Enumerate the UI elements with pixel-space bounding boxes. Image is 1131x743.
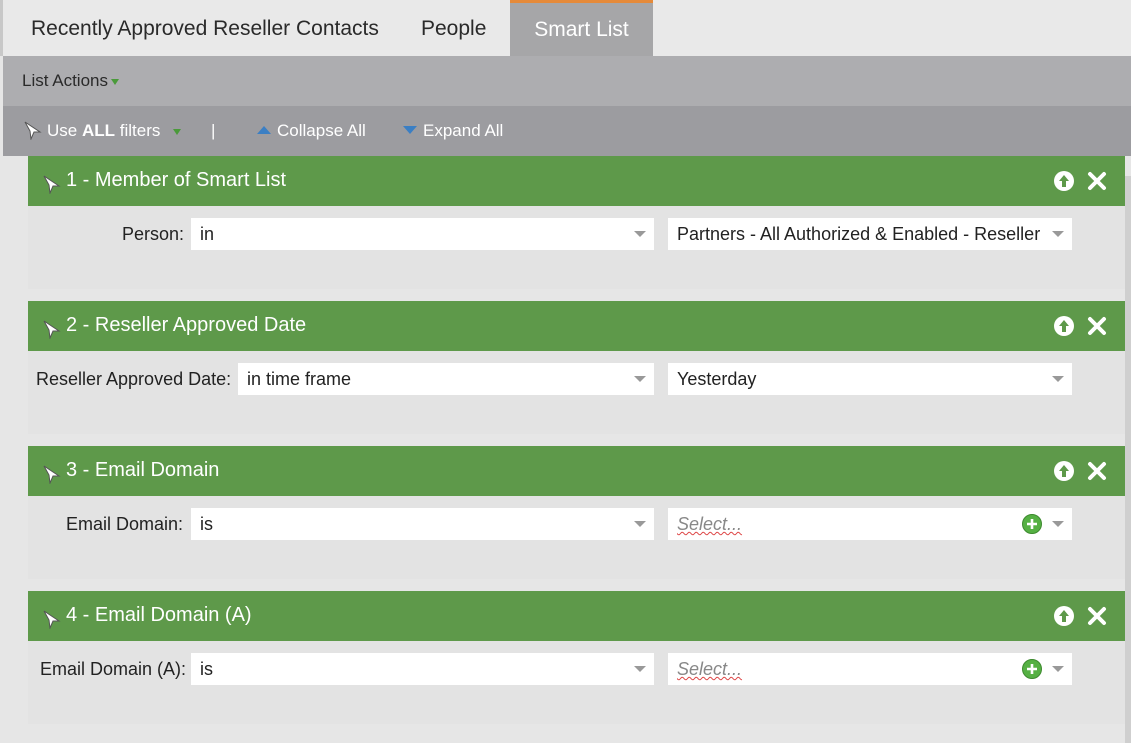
add-value-icon[interactable] bbox=[1022, 659, 1042, 679]
expand-all-button[interactable]: Expand All bbox=[403, 121, 503, 141]
filter-funnel-icon bbox=[43, 465, 61, 484]
filter-body: Reseller Approved Date: in time frame Ye… bbox=[28, 351, 1125, 434]
add-value-icon[interactable] bbox=[1022, 514, 1042, 534]
filter-body: Email Domain: is Select... bbox=[28, 496, 1125, 579]
value-select-input[interactable]: Select... bbox=[668, 653, 1072, 685]
field-label: Person: bbox=[122, 224, 185, 244]
move-up-icon[interactable] bbox=[1054, 461, 1074, 481]
collapse-all-button[interactable]: Collapse All bbox=[257, 121, 366, 141]
chevron-down-icon bbox=[634, 231, 646, 237]
collapse-all-label: Collapse All bbox=[277, 121, 366, 140]
chevron-down-icon bbox=[634, 376, 646, 382]
collapse-icon bbox=[257, 126, 271, 135]
field-label: Email Domain (A): bbox=[40, 659, 187, 679]
expand-icon bbox=[403, 126, 417, 135]
filter-toolbar: Use ALL filters | Collapse All Expand Al… bbox=[3, 106, 1131, 156]
chevron-down-icon bbox=[1052, 666, 1064, 672]
filter-body: Email Domain (A): is Select... bbox=[28, 641, 1125, 724]
list-actions-bar: List Actions bbox=[3, 56, 1131, 106]
value-text: Partners - All Authorized & Enabled - Re… bbox=[677, 224, 1041, 244]
dropdown-arrow-icon bbox=[173, 128, 182, 135]
chevron-down-icon bbox=[634, 666, 646, 672]
use-all-filters-menu[interactable]: Use ALL filters bbox=[23, 121, 182, 141]
tab-smart-list[interactable]: Smart List bbox=[510, 0, 653, 56]
value-dropdown[interactable]: Yesterday bbox=[668, 363, 1072, 395]
field-label: Email Domain: bbox=[66, 514, 184, 534]
filter-header[interactable]: 3 - Email Domain bbox=[28, 446, 1125, 496]
filter-funnel-icon bbox=[43, 175, 61, 194]
filter-title: 2 - Reseller Approved Date bbox=[66, 314, 307, 336]
value-select-input[interactable]: Select... bbox=[668, 508, 1072, 540]
remove-filter-icon[interactable] bbox=[1086, 170, 1108, 192]
chevron-down-icon bbox=[1052, 231, 1064, 237]
filter-header[interactable]: 1 - Member of Smart List bbox=[28, 156, 1125, 206]
tab-recently-approved-reseller-contacts[interactable]: Recently Approved Reseller Contacts bbox=[31, 0, 379, 56]
move-up-icon[interactable] bbox=[1054, 316, 1074, 336]
remove-filter-icon[interactable] bbox=[1086, 460, 1108, 482]
filter-funnel-icon bbox=[43, 610, 61, 629]
use-suffix: filters bbox=[115, 121, 161, 140]
filter-card: 2 - Reseller Approved Date Reseller Appr… bbox=[28, 301, 1125, 434]
use-all-bold: ALL bbox=[81, 121, 116, 140]
tab-people[interactable]: People bbox=[421, 0, 486, 56]
remove-filter-icon[interactable] bbox=[1086, 315, 1108, 337]
filter-body: Person: in Partners - All Authorized & E… bbox=[28, 206, 1125, 289]
field-label: Reseller Approved Date: bbox=[36, 369, 232, 389]
filter-header[interactable]: 2 - Reseller Approved Date bbox=[28, 301, 1125, 351]
value-placeholder: Select... bbox=[677, 659, 743, 679]
filter-card: 4 - Email Domain (A) Email Domain (A): i… bbox=[28, 591, 1125, 724]
remove-filter-icon[interactable] bbox=[1086, 605, 1108, 627]
chevron-down-icon bbox=[1052, 376, 1064, 382]
chevron-down-icon bbox=[634, 521, 646, 527]
list-actions-label: List Actions bbox=[22, 71, 108, 90]
operator-dropdown[interactable]: is bbox=[191, 508, 654, 540]
dropdown-arrow-icon bbox=[111, 78, 119, 85]
value-dropdown[interactable]: Partners - All Authorized & Enabled - Re… bbox=[668, 218, 1072, 250]
operator-value: is bbox=[200, 514, 213, 534]
move-up-icon[interactable] bbox=[1054, 606, 1074, 626]
value-placeholder: Select... bbox=[677, 514, 743, 534]
use-prefix: Use bbox=[47, 121, 82, 140]
operator-value: is bbox=[200, 659, 213, 679]
filter-card: 1 - Member of Smart List Person: in Part… bbox=[28, 156, 1125, 289]
filter-header[interactable]: 4 - Email Domain (A) bbox=[28, 591, 1125, 641]
toolbar-separator: | bbox=[211, 121, 216, 140]
funnel-icon bbox=[24, 121, 42, 141]
operator-value: in bbox=[200, 224, 215, 244]
operator-dropdown[interactable]: in time frame bbox=[238, 363, 654, 395]
scrollbar[interactable] bbox=[1125, 176, 1131, 743]
tab-bar: Recently Approved Reseller Contacts Peop… bbox=[0, 0, 1131, 56]
filter-card: 3 - Email Domain Email Domain: is Select… bbox=[28, 446, 1125, 579]
filter-funnel-icon bbox=[43, 320, 61, 339]
chevron-down-icon bbox=[1052, 521, 1064, 527]
filter-title: 4 - Email Domain (A) bbox=[66, 604, 252, 626]
move-up-icon[interactable] bbox=[1054, 171, 1074, 191]
value-text: Yesterday bbox=[677, 369, 757, 389]
filter-title: 1 - Member of Smart List bbox=[66, 169, 287, 191]
operator-dropdown[interactable]: in bbox=[191, 218, 654, 250]
filter-title: 3 - Email Domain bbox=[66, 459, 220, 481]
operator-dropdown[interactable]: is bbox=[191, 653, 654, 685]
operator-value: in time frame bbox=[247, 369, 352, 389]
expand-all-label: Expand All bbox=[423, 121, 504, 140]
list-actions-menu[interactable]: List Actions bbox=[22, 71, 119, 91]
